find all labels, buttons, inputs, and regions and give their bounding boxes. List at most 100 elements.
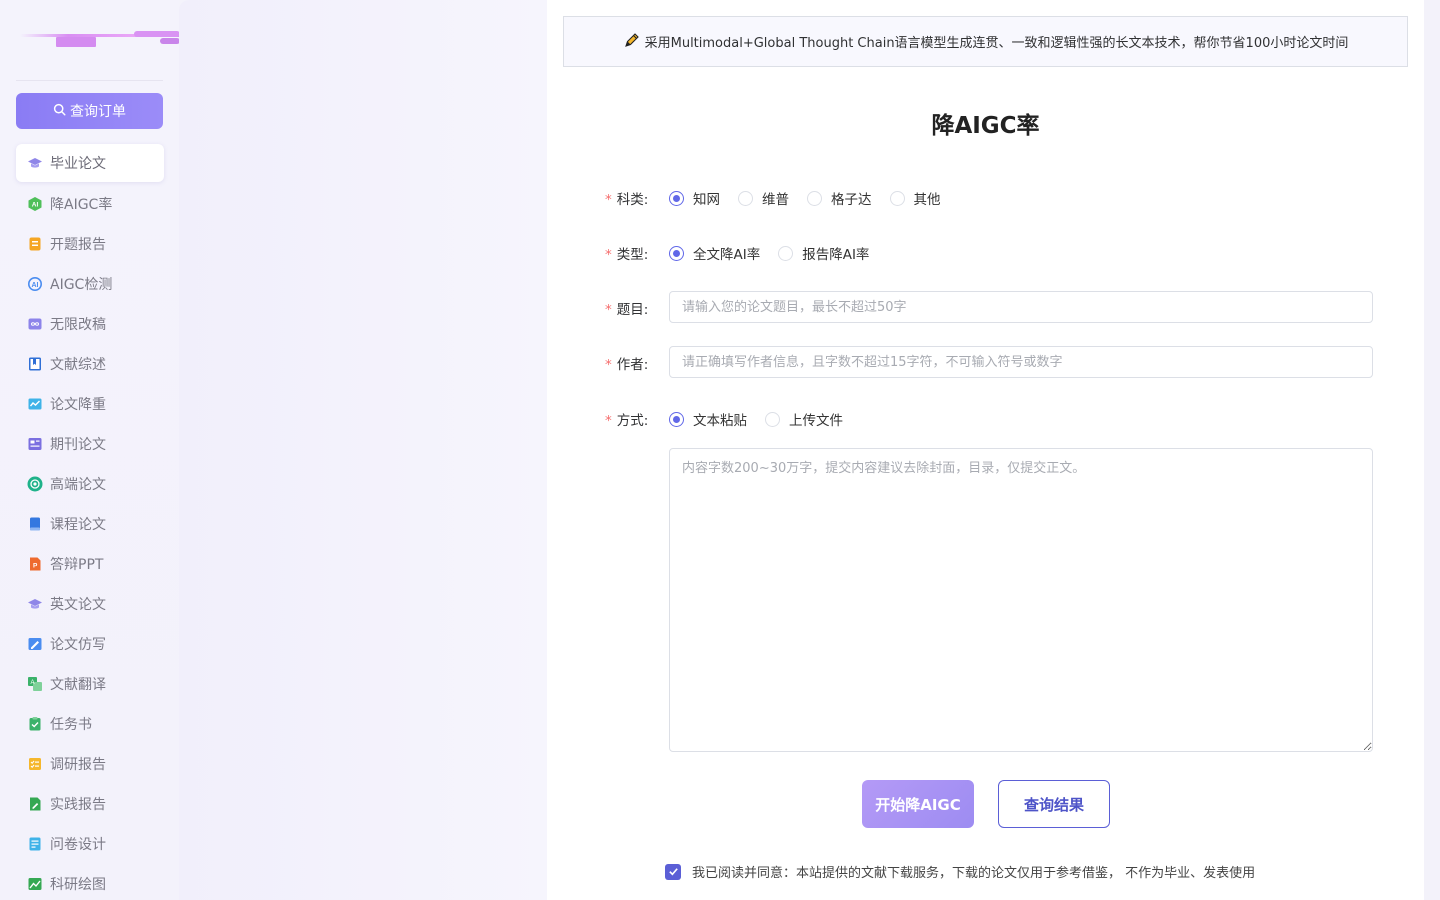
- sidebar-item-premium-paper[interactable]: 高端论文: [16, 464, 164, 504]
- subject-option-cnki[interactable]: 知网: [669, 188, 720, 208]
- search-icon: [53, 103, 66, 119]
- radio-dot: [765, 411, 780, 427]
- sidebar-item-reduce-aigc[interactable]: AI 降AIGC率: [16, 184, 164, 224]
- ai-badge-icon: AI: [27, 196, 43, 212]
- title-input[interactable]: [669, 291, 1373, 323]
- query-order-button[interactable]: 查询订单: [16, 93, 163, 129]
- radio-label: 全文降AI率: [693, 247, 761, 263]
- sidebar-item-label: 文献翻译: [50, 677, 106, 693]
- practice-doc-icon: [27, 796, 43, 812]
- radio-label: 报告降AI率: [802, 247, 870, 263]
- questionnaire-icon: [27, 836, 43, 852]
- trend-chart-icon: [27, 396, 43, 412]
- translate-icon: A: [27, 676, 43, 692]
- sidebar-item-unlimited-revision[interactable]: 无限改稿: [16, 304, 164, 344]
- sidebar-item-label: 降AIGC率: [50, 197, 113, 213]
- author-label: * 作者:: [605, 353, 665, 373]
- svg-text:AI: AI: [32, 202, 39, 209]
- sidebar-item-label: 任务书: [50, 717, 92, 733]
- graduation-cap-icon: [27, 155, 43, 171]
- sidebar-item-label: 高端论文: [50, 477, 106, 493]
- radio-dot: [669, 411, 684, 427]
- sidebar-item-aigc-detect[interactable]: AI AIGC检测: [16, 264, 164, 304]
- type-label: * 类型:: [605, 243, 665, 263]
- sidebar-item-literature-translation[interactable]: A 文献翻译: [16, 664, 164, 704]
- report-doc-icon: [27, 236, 43, 252]
- notice-banner: 采用Multimodal+Global Thought Chain语言模型生成连…: [563, 16, 1408, 67]
- subject-option-gezida[interactable]: 格子达: [807, 188, 872, 208]
- sidebar-item-label: 论文降重: [50, 397, 106, 413]
- subject-label: * 科类:: [605, 188, 665, 208]
- radio-dot: [778, 245, 794, 261]
- required-mark: *: [605, 302, 612, 318]
- type-option-full-text[interactable]: 全文降AI率: [669, 243, 760, 263]
- method-label-text: 方式:: [616, 413, 649, 429]
- sidebar-item-proposal-report[interactable]: 开题报告: [16, 224, 164, 264]
- author-label-text: 作者:: [616, 357, 649, 373]
- sidebar-nav: 毕业论文 AI 降AIGC率 开题报告 AI AIGC检测 无限改稿 文献综述 …: [16, 144, 164, 900]
- sidebar-item-label: 实践报告: [50, 797, 106, 813]
- agreement-text: 我已阅读并同意：本站提供的文献下载服务，下载的论文仅用于参考借鉴， 不作为毕业、…: [692, 866, 1256, 881]
- sidebar-item-thesis-dedupe[interactable]: 论文降重: [16, 384, 164, 424]
- sidebar-item-practice-report[interactable]: 实践报告: [16, 784, 164, 824]
- check-icon: [668, 868, 678, 876]
- sidebar-item-label: 期刊论文: [50, 437, 106, 453]
- sidebar-item-label: 论文仿写: [50, 637, 106, 653]
- image-chart-icon: [27, 876, 43, 892]
- query-result-button[interactable]: 查询结果: [998, 780, 1110, 828]
- sidebar-item-questionnaire-design[interactable]: 问卷设计: [16, 824, 164, 864]
- agreement-checkbox[interactable]: [665, 863, 681, 880]
- method-option-upload-file[interactable]: 上传文件: [765, 409, 843, 429]
- sidebar-item-research-drawing[interactable]: 科研绘图: [16, 864, 164, 900]
- sidebar-item-journal-paper[interactable]: 期刊论文: [16, 424, 164, 464]
- sidebar-item-label: 开题报告: [50, 237, 106, 253]
- sidebar-item-literature-review[interactable]: 文献综述: [16, 344, 164, 384]
- sidebar-item-english-paper[interactable]: 英文论文: [16, 584, 164, 624]
- right-gutter: [1424, 0, 1440, 900]
- radio-dot: [807, 190, 822, 206]
- sidebar-item-graduation-thesis[interactable]: 毕业论文: [16, 144, 164, 182]
- content-textarea[interactable]: [669, 448, 1373, 752]
- main-content: 采用Multimodal+Global Thought Chain语言模型生成连…: [547, 0, 1424, 900]
- journal-icon: [27, 436, 43, 452]
- sidebar-item-defense-ppt[interactable]: P 答辩PPT: [16, 544, 164, 584]
- sidebar: 查询订单 毕业论文 AI 降AIGC率 开题报告 AI AIGC检测 无限改稿 …: [0, 0, 180, 900]
- ai-detect-icon: AI: [27, 276, 43, 292]
- method-radio-group: 文本粘贴 上传文件: [669, 409, 861, 429]
- query-order-label: 查询订单: [70, 103, 126, 119]
- survey-list-icon: [27, 756, 43, 772]
- pencil-icon: [623, 31, 641, 53]
- radio-dot: [738, 190, 753, 206]
- radio-dot: [889, 190, 905, 206]
- sidebar-item-label: AIGC检测: [50, 277, 113, 293]
- required-mark: *: [605, 357, 612, 373]
- method-label: * 方式:: [605, 409, 665, 429]
- method-option-paste-text[interactable]: 文本粘贴: [669, 409, 747, 429]
- brand-logo[interactable]: [20, 28, 180, 50]
- sidebar-item-course-paper[interactable]: 课程论文: [16, 504, 164, 544]
- type-option-report[interactable]: 报告降AI率: [778, 243, 869, 263]
- sidebar-item-label: 调研报告: [50, 757, 106, 773]
- ppt-icon: P: [27, 556, 43, 572]
- task-check-icon: [27, 716, 43, 732]
- subject-option-other[interactable]: 其他: [889, 188, 941, 208]
- author-input[interactable]: [669, 346, 1373, 378]
- subject-option-vip[interactable]: 维普: [738, 188, 789, 208]
- sidebar-item-task-book[interactable]: 任务书: [16, 704, 164, 744]
- svg-text:A: A: [30, 680, 34, 686]
- radio-label: 格子达: [831, 192, 872, 208]
- sidebar-item-label: 问卷设计: [50, 837, 106, 853]
- start-reduce-aigc-button[interactable]: 开始降AIGC: [862, 780, 974, 828]
- edit-image-icon: [27, 636, 43, 652]
- sidebar-item-label: 毕业论文: [50, 156, 106, 172]
- sidebar-item-paper-imitation[interactable]: 论文仿写: [16, 624, 164, 664]
- sidebar-item-label: 英文论文: [50, 597, 106, 613]
- secondary-panel: [179, 0, 547, 900]
- radio-label: 其他: [913, 192, 941, 208]
- agreement-row: 我已阅读并同意：本站提供的文献下载服务，下载的论文仅用于参考借鉴， 不作为毕业、…: [665, 862, 1255, 881]
- openai-logo-icon: [27, 476, 43, 492]
- type-label-text: 类型:: [616, 247, 649, 263]
- notice-text: 采用Multimodal+Global Thought Chain语言模型生成连…: [644, 36, 1349, 51]
- sidebar-item-research-report[interactable]: 调研报告: [16, 744, 164, 784]
- sidebar-item-label: 无限改稿: [50, 317, 106, 333]
